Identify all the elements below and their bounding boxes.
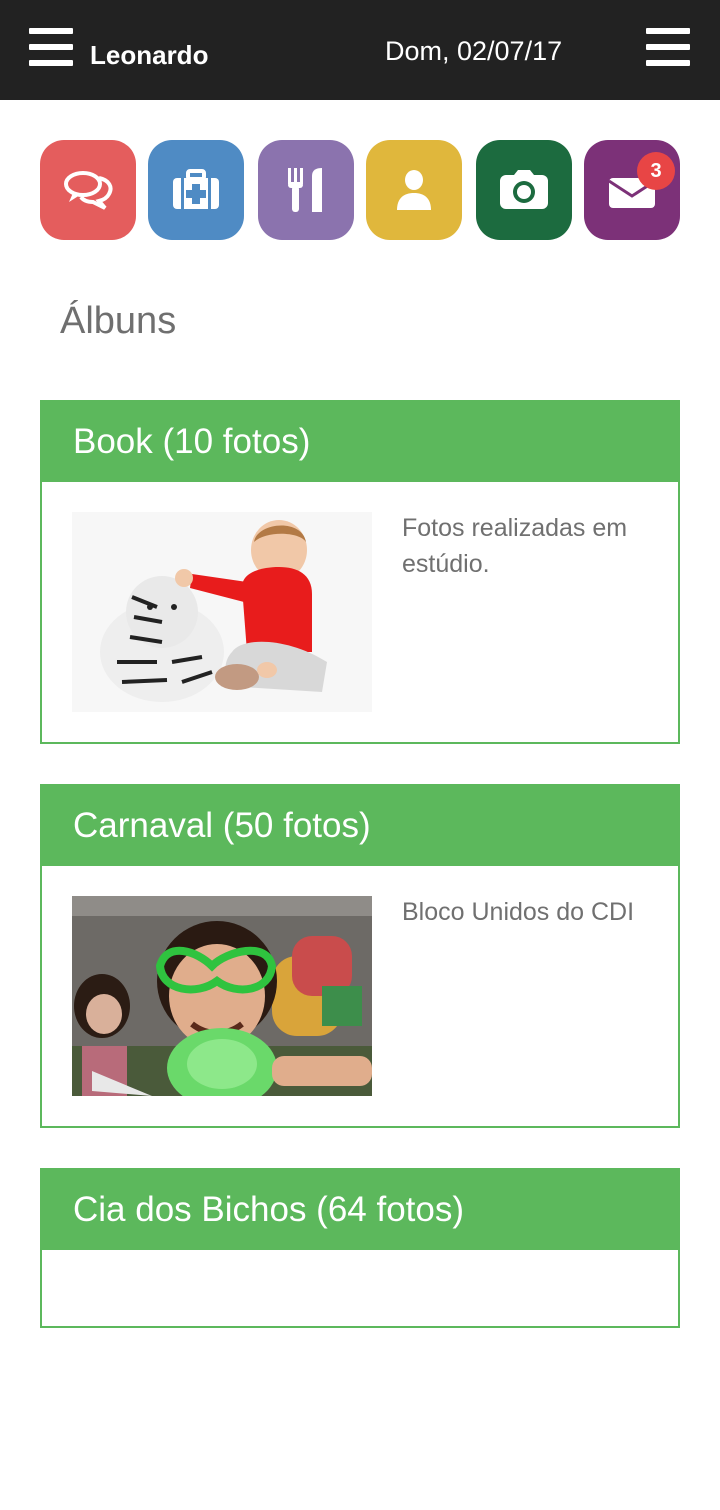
album-title[interactable]: Book (10 fotos) xyxy=(42,402,678,482)
album-cover-photo[interactable] xyxy=(72,896,372,1096)
album-description: Fotos realizadas em estúdio. xyxy=(402,514,628,578)
hamburger-menu-icon[interactable] xyxy=(646,28,690,66)
album-title[interactable]: Carnaval (50 fotos) xyxy=(42,786,678,866)
user-icon xyxy=(397,170,431,210)
album-title[interactable]: Cia dos Bichos (64 fotos) xyxy=(42,1170,678,1250)
album-cover-photo[interactable] xyxy=(72,512,372,712)
album-card: Book (10 fotos) Fotos realizadas em estú… xyxy=(40,400,680,744)
messages-inbox-button[interactable]: 3 xyxy=(584,140,680,240)
album-description: Bloco Unidos do CDI xyxy=(402,898,635,926)
chat-bubbles-icon xyxy=(64,171,113,210)
first-aid-kit-icon xyxy=(173,169,219,209)
carnival-kid-photo xyxy=(72,896,372,1096)
hamburger-menu-icon[interactable] xyxy=(29,28,73,66)
meals-button[interactable] xyxy=(258,140,354,240)
current-date: Dom, 02/07/17 xyxy=(385,36,563,66)
profile-button[interactable] xyxy=(366,140,462,240)
fork-knife-icon xyxy=(288,168,322,212)
unread-badge: 3 xyxy=(637,152,675,190)
camera-icon xyxy=(500,170,548,209)
messages-button[interactable] xyxy=(40,140,136,240)
app-shortcuts: 3 xyxy=(40,140,680,240)
user-name: Leonardo xyxy=(90,40,209,70)
top-bar: Leonardo Dom, 02/07/17 xyxy=(0,0,720,100)
health-button[interactable] xyxy=(148,140,244,240)
section-title: Álbuns xyxy=(60,300,177,342)
baby-tiger-photo xyxy=(72,512,372,712)
album-card: Carnaval (50 fotos) Bloco Unidos do CDI xyxy=(40,784,680,1128)
photos-button[interactable] xyxy=(476,140,572,240)
album-card: Cia dos Bichos (64 fotos) xyxy=(40,1168,680,1328)
